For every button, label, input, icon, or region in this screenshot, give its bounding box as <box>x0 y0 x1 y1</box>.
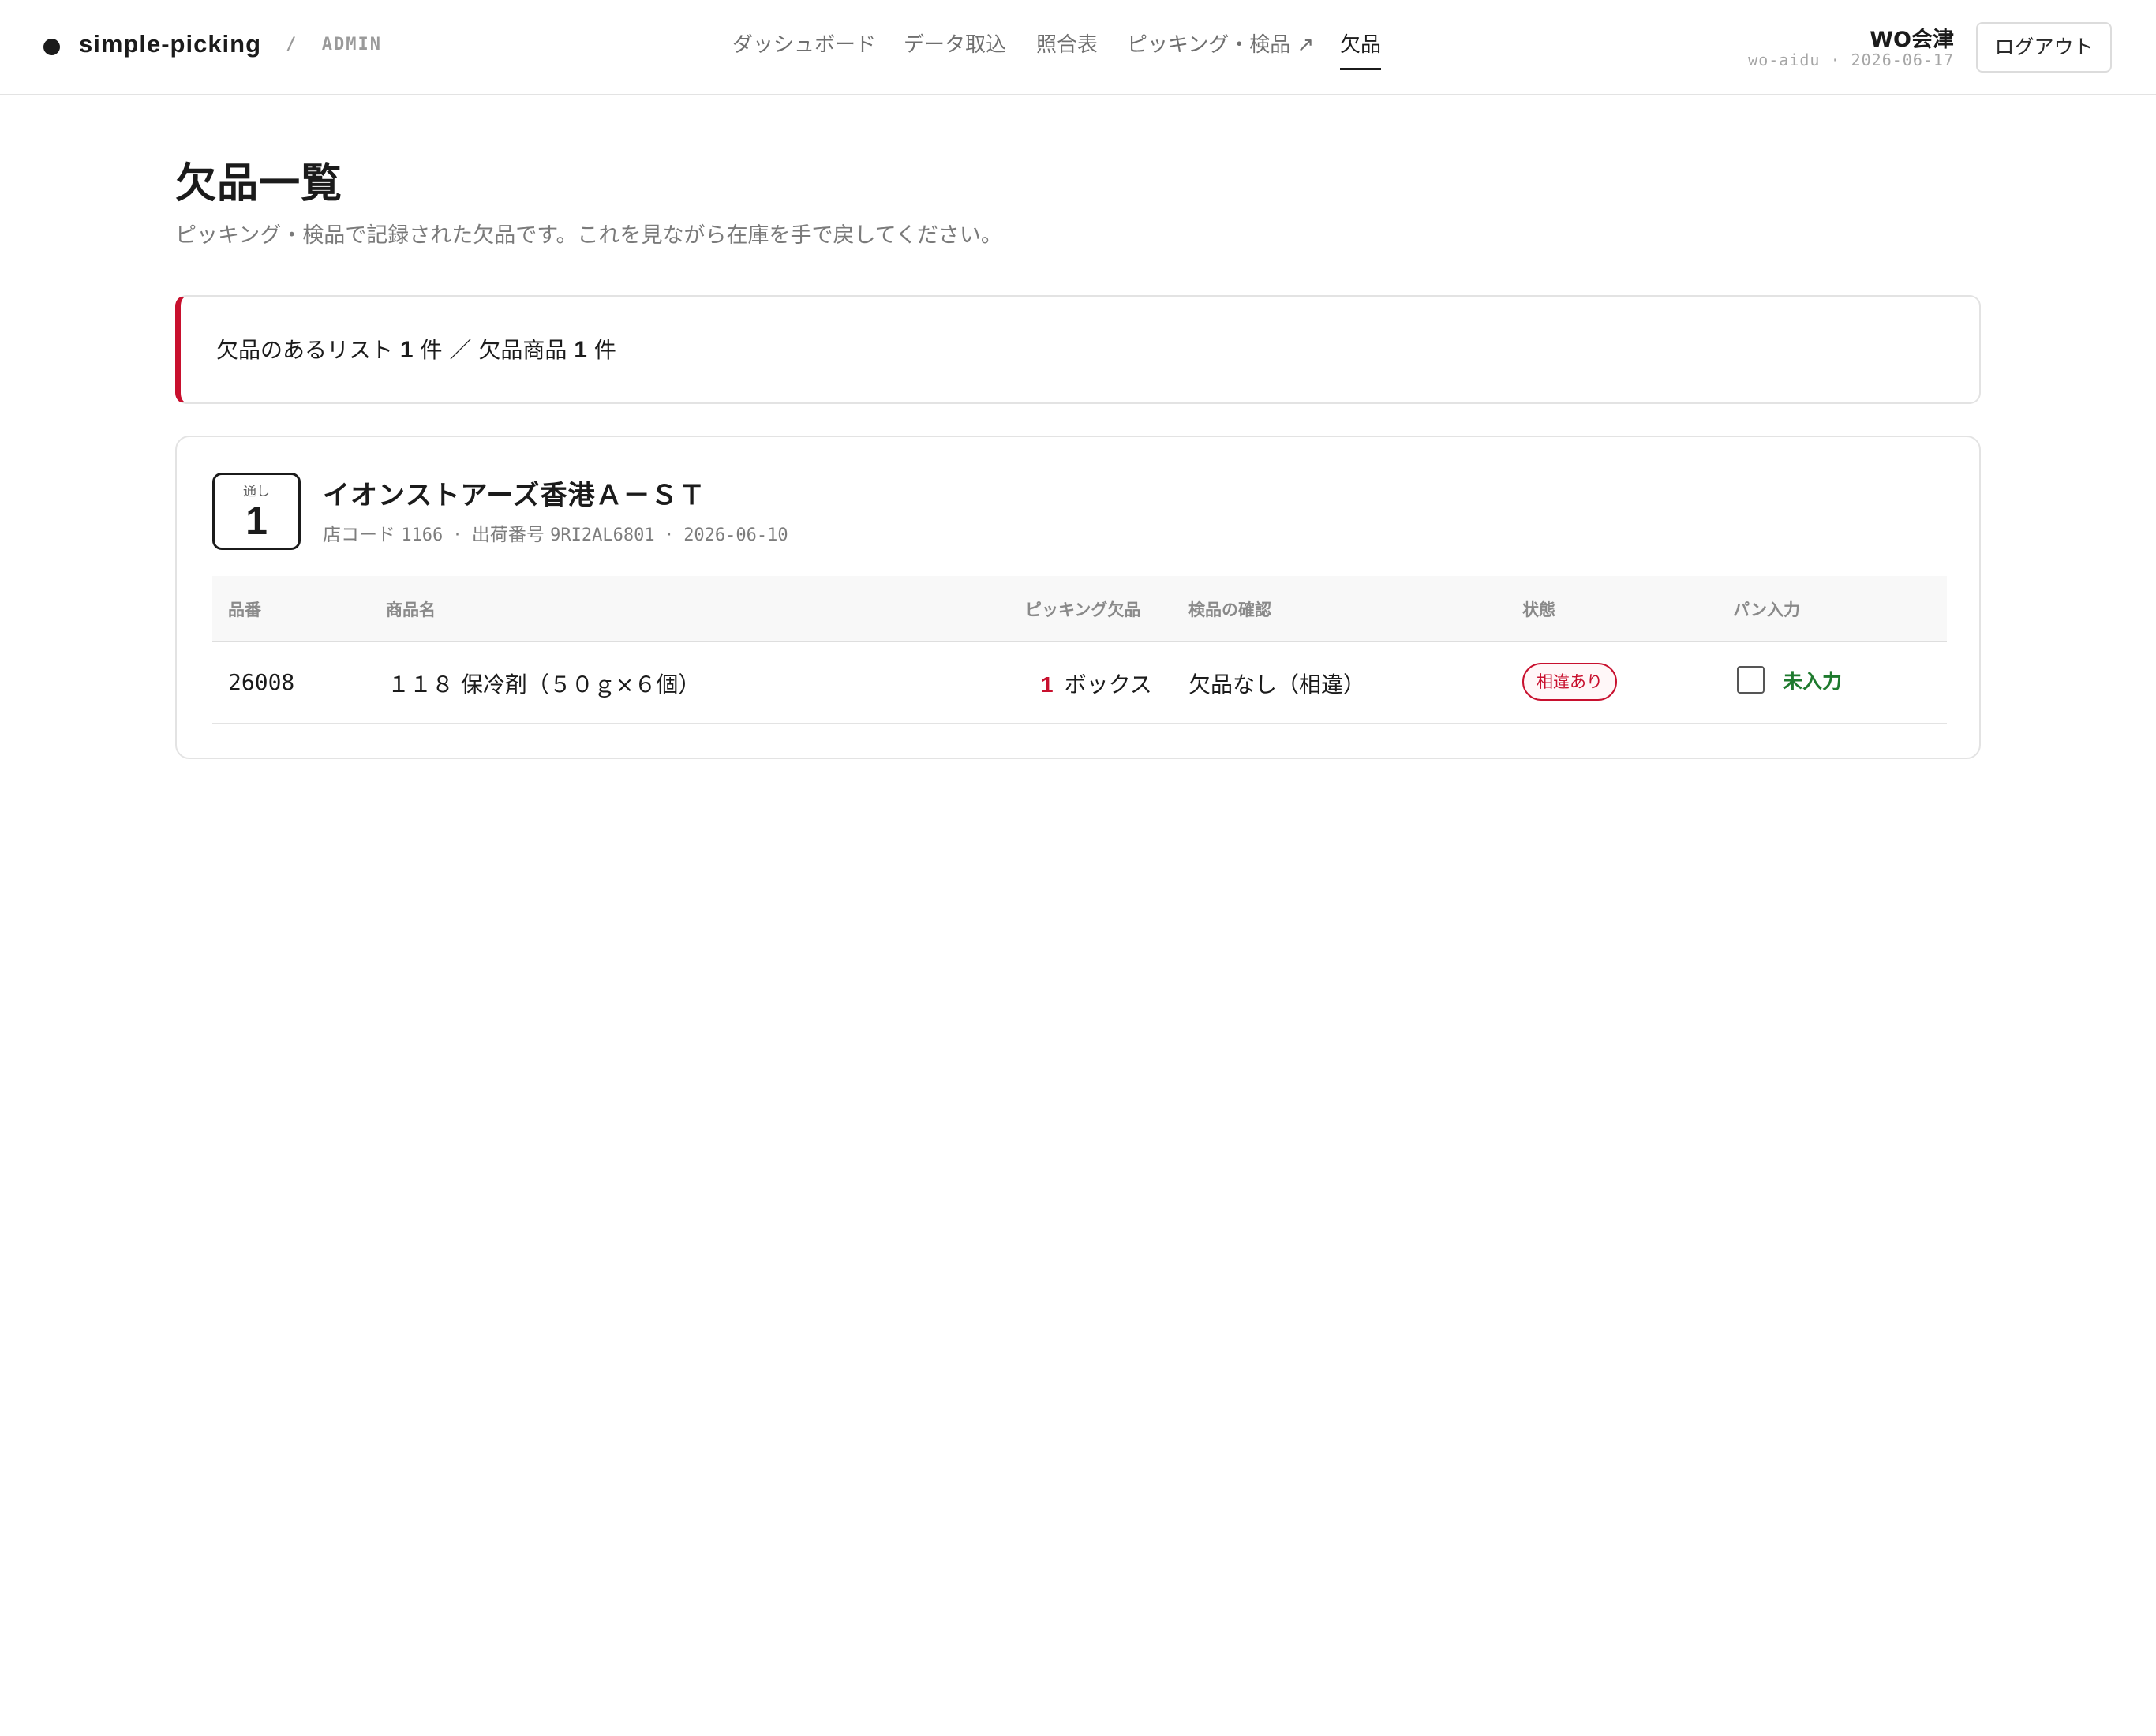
column-header-status: 状態 <box>1522 600 1555 619</box>
column-header-picking-shortage: ピッキング欠品 <box>1025 600 1141 619</box>
sequence-number: 1 <box>245 499 268 543</box>
cell-sku: 26008 <box>228 669 295 695</box>
cell-inspection: 欠品なし（相違） <box>1188 672 1366 698</box>
shipment-date: 2026-06-10 <box>683 526 788 545</box>
table-header: 品番 商品名 ピッキング欠品 検品の確認 状態 パン入力 <box>212 576 1947 642</box>
brand-name[interactable]: simple-picking <box>79 30 261 58</box>
store-code: 1166 <box>401 526 444 545</box>
shortage-list-card: 通し 1 イオンストアーズ香港Ａ－ＳＴ 店コード 1166 · 出荷番号 9RI… <box>175 436 1981 759</box>
nav-item-data-import[interactable]: データ取込 <box>904 28 1006 58</box>
shortage-summary-text: 欠品のあるリスト 1 件 ／ 欠品商品 1 件 <box>216 333 616 365</box>
logout-button[interactable]: ログアウト <box>1976 22 2112 73</box>
cell-picking-shortage: 1 ボックス <box>1041 668 1152 699</box>
shipment-number: 9RI2AL6801 <box>550 526 655 545</box>
summary-lists-label: 欠品のあるリスト <box>216 337 394 363</box>
summary-lists-unit: 件 <box>420 337 443 363</box>
shortage-summary-card: 欠品のあるリスト 1 件 ／ 欠品商品 1 件 <box>175 295 1981 404</box>
column-header-sku: 品番 <box>228 600 261 619</box>
top-navigation-bar: simple-picking / ADMIN ダッシュボード データ取込 照合表… <box>0 0 2156 95</box>
summary-items-count: 1 <box>574 337 587 363</box>
nav-item-shortage[interactable]: 欠品 <box>1340 28 1382 70</box>
nav-item-dashboard[interactable]: ダッシュボード <box>732 28 876 58</box>
column-header-product: 商品名 <box>386 600 436 619</box>
store-code-label: 店コード <box>323 525 395 545</box>
summary-items-unit: 件 <box>593 337 616 363</box>
sequence-number-box: 通し 1 <box>212 473 301 550</box>
cell-product-name: １１８ 保冷剤（５０ｇ×６個） <box>387 672 701 698</box>
store-meta: 店コード 1166 · 出荷番号 9RI2AL6801 · 2026-06-10 <box>323 525 788 545</box>
picking-shortage-unit: ボックス <box>1064 672 1152 698</box>
summary-lists-count: 1 <box>399 337 414 363</box>
page-title: 欠品一覧 <box>175 160 343 208</box>
user-name: WO会津 <box>1870 28 1954 52</box>
table-row: 26008 １１８ 保冷剤（５０ｇ×６個） 1 ボックス 欠品なし（相違） 相違あ… <box>212 642 1947 724</box>
user-meta: wo-aidu · 2026-06-17 <box>1748 51 1954 69</box>
column-header-pan-input: パン入力 <box>1733 600 1801 619</box>
pan-input-checkbox[interactable] <box>1737 666 1765 694</box>
brand-section-label: / ADMIN <box>286 35 382 54</box>
page-subtitle: ピッキング・検品で記録された欠品です。これを見ながら在庫を手で戻してください。 <box>175 223 1002 248</box>
summary-separator: ／ <box>449 337 472 363</box>
brand-dot-icon <box>43 39 60 55</box>
column-header-inspection: 検品の確認 <box>1188 600 1271 619</box>
picking-shortage-qty: 1 <box>1041 672 1054 697</box>
nav-item-reconciliation[interactable]: 照合表 <box>1036 28 1098 58</box>
nav-item-picking-inspection[interactable]: ピッキング・検品 ↗ <box>1127 28 1314 58</box>
store-name: イオンストアーズ香港Ａ－ＳＴ <box>323 480 706 511</box>
shipment-label: 出荷番号 <box>471 525 545 545</box>
summary-items-label: 欠品商品 <box>478 337 567 363</box>
pan-input-status: 未入力 <box>1783 670 1843 693</box>
sequence-label: 通し <box>243 484 270 499</box>
status-badge: 相違あり <box>1522 663 1617 701</box>
shortage-table: 品番 商品名 ピッキング欠品 検品の確認 状態 パン入力 26008 １１８ 保… <box>212 576 1947 724</box>
